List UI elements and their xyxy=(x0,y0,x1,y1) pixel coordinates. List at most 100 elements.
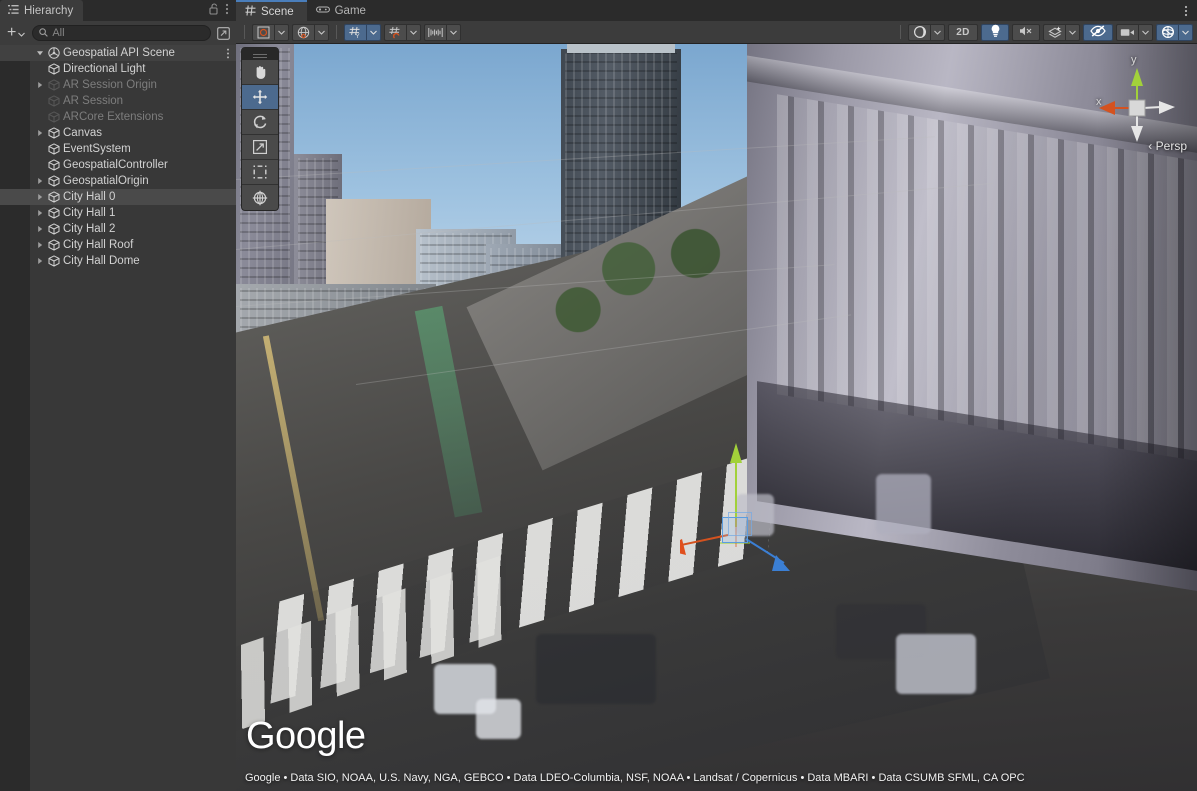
hierarchy-row[interactable]: AR Session xyxy=(0,93,236,109)
foreground-box-5 xyxy=(896,634,976,694)
kebab-menu-icon[interactable] xyxy=(226,45,230,61)
scene-audio-toggle[interactable] xyxy=(1012,24,1040,41)
scene-tool-palette[interactable] xyxy=(241,47,279,211)
grid-y-icon[interactable]: Y xyxy=(344,24,366,41)
chevron-right-icon[interactable] xyxy=(33,205,46,221)
camera-icon[interactable] xyxy=(1116,24,1138,41)
hierarchy-row-label: City Hall 2 xyxy=(61,223,115,235)
gameobject-cube-icon xyxy=(46,221,61,237)
search-input[interactable]: All xyxy=(32,25,211,41)
grid-visibility-toggle[interactable]: Y xyxy=(344,24,381,41)
move-tool[interactable] xyxy=(242,85,278,110)
chevron-down-icon[interactable] xyxy=(366,24,381,41)
hierarchy-scene-root[interactable]: Geospatial API Scene xyxy=(0,45,236,61)
tab-game[interactable]: Game xyxy=(307,0,379,21)
pivot-toggle[interactable] xyxy=(252,24,289,41)
gizmos-globe-icon[interactable] xyxy=(1156,24,1178,41)
scale-tool[interactable] xyxy=(242,135,278,160)
grid-snapping-toggle[interactable] xyxy=(384,24,421,41)
2d-toggle-button[interactable]: 2D xyxy=(948,24,978,41)
hierarchy-row[interactable]: ARCore Extensions xyxy=(0,109,236,125)
tab-hierarchy[interactable]: Hierarchy xyxy=(0,0,83,21)
hierarchy-tree[interactable]: Geospatial API Scene Directional Light AR… xyxy=(0,45,236,791)
grid-snap-icon[interactable] xyxy=(384,24,406,41)
gameobject-cube-icon xyxy=(46,77,61,93)
tab-game-label: Game xyxy=(335,5,366,17)
chevron-right-icon[interactable] xyxy=(33,125,46,141)
foreground-blob-1 xyxy=(536,634,656,704)
chevron-down-icon[interactable] xyxy=(33,45,46,61)
hierarchy-row[interactable]: GeospatialOrigin xyxy=(0,173,236,189)
gameobject-cube-icon xyxy=(46,189,61,205)
scene-grid-icon xyxy=(245,5,256,19)
tab-hierarchy-label: Hierarchy xyxy=(24,5,73,17)
selected-object-outline xyxy=(722,517,748,543)
chevron-right-icon[interactable] xyxy=(33,237,46,253)
tab-scene[interactable]: Scene xyxy=(236,0,307,21)
hierarchy-row-label: Directional Light xyxy=(61,63,145,75)
transform-tool[interactable] xyxy=(242,185,278,210)
shading-mode-dropdown[interactable] xyxy=(908,24,945,41)
tree-spacer xyxy=(33,141,46,157)
gameobject-cube-icon xyxy=(46,61,61,77)
fx-icon[interactable] xyxy=(1043,24,1065,41)
rect-transform-tool[interactable] xyxy=(242,160,278,185)
palette-drag-handle[interactable] xyxy=(242,48,278,60)
kebab-menu-icon[interactable] xyxy=(1184,0,1197,21)
scene-toolbar: Y xyxy=(236,21,1197,44)
ruler-icon[interactable] xyxy=(424,24,446,41)
kebab-menu-icon[interactable] xyxy=(225,2,229,20)
hierarchy-row-label: GeospatialOrigin xyxy=(61,175,149,187)
hierarchy-row[interactable]: AR Session Origin xyxy=(0,77,236,93)
transform-move-gizmo[interactable] xyxy=(680,439,820,579)
create-gameobject-button[interactable]: + xyxy=(4,24,28,42)
chevron-right-icon[interactable] xyxy=(33,189,46,205)
popout-icon[interactable] xyxy=(215,25,232,42)
hierarchy-row[interactable]: Canvas xyxy=(0,125,236,141)
hierarchy-row[interactable]: GeospatialController xyxy=(0,157,236,173)
globe-icon[interactable] xyxy=(292,24,314,41)
chevron-right-icon[interactable] xyxy=(33,221,46,237)
hand-tool[interactable] xyxy=(242,60,278,85)
foreground-box-4 xyxy=(476,699,521,739)
hierarchy-row-label: City Hall Roof xyxy=(61,239,133,251)
gameobject-cube-icon xyxy=(46,173,61,189)
hierarchy-row[interactable]: City Hall Roof xyxy=(0,237,236,253)
rotate-tool[interactable] xyxy=(242,110,278,135)
pivot-icon[interactable] xyxy=(252,24,274,41)
chevron-down-icon[interactable] xyxy=(274,24,289,41)
scene-visibility-toggle[interactable] xyxy=(1083,24,1113,41)
hierarchy-row-label: GeospatialController xyxy=(61,159,168,171)
handle-space-toggle[interactable] xyxy=(292,24,329,41)
padlock-open-icon[interactable] xyxy=(209,2,219,20)
scene-lighting-toggle[interactable] xyxy=(981,24,1009,41)
scene-fx-dropdown[interactable] xyxy=(1043,24,1080,41)
chevron-down-icon[interactable] xyxy=(1178,24,1193,41)
hierarchy-row-label: Canvas xyxy=(61,127,102,139)
chevron-right-icon[interactable] xyxy=(33,253,46,269)
shaded-sphere-icon[interactable] xyxy=(908,24,930,41)
gamepad-icon xyxy=(316,5,330,17)
chevron-down-icon[interactable] xyxy=(1065,24,1080,41)
hierarchy-row[interactable]: City Hall Dome xyxy=(0,253,236,269)
ruler-tool[interactable] xyxy=(424,24,461,41)
chevron-down-icon[interactable] xyxy=(446,24,461,41)
scene-viewport[interactable]: x y ‹ Persp xyxy=(236,44,1197,791)
chevron-down-icon[interactable] xyxy=(314,24,329,41)
camera-settings-dropdown[interactable] xyxy=(1116,24,1153,41)
gizmos-toggle[interactable] xyxy=(1156,24,1193,41)
hierarchy-row[interactable]: City Hall 0 xyxy=(0,189,236,205)
tree-spacer xyxy=(33,61,46,77)
projection-mode-label[interactable]: ‹ Persp xyxy=(1148,139,1187,153)
chevron-right-icon[interactable] xyxy=(33,173,46,189)
hierarchy-row[interactable]: Directional Light xyxy=(0,61,236,77)
chevron-down-icon[interactable] xyxy=(930,24,945,41)
chevron-down-icon[interactable] xyxy=(1138,24,1153,41)
hierarchy-row[interactable]: City Hall 2 xyxy=(0,221,236,237)
chevron-down-icon[interactable] xyxy=(406,24,421,41)
hierarchy-row[interactable]: EventSystem xyxy=(0,141,236,157)
hierarchy-row-label: AR Session Origin xyxy=(61,79,157,91)
chevron-right-icon[interactable] xyxy=(33,77,46,93)
hierarchy-row-label: City Hall 0 xyxy=(61,191,115,203)
hierarchy-row[interactable]: City Hall 1 xyxy=(0,205,236,221)
